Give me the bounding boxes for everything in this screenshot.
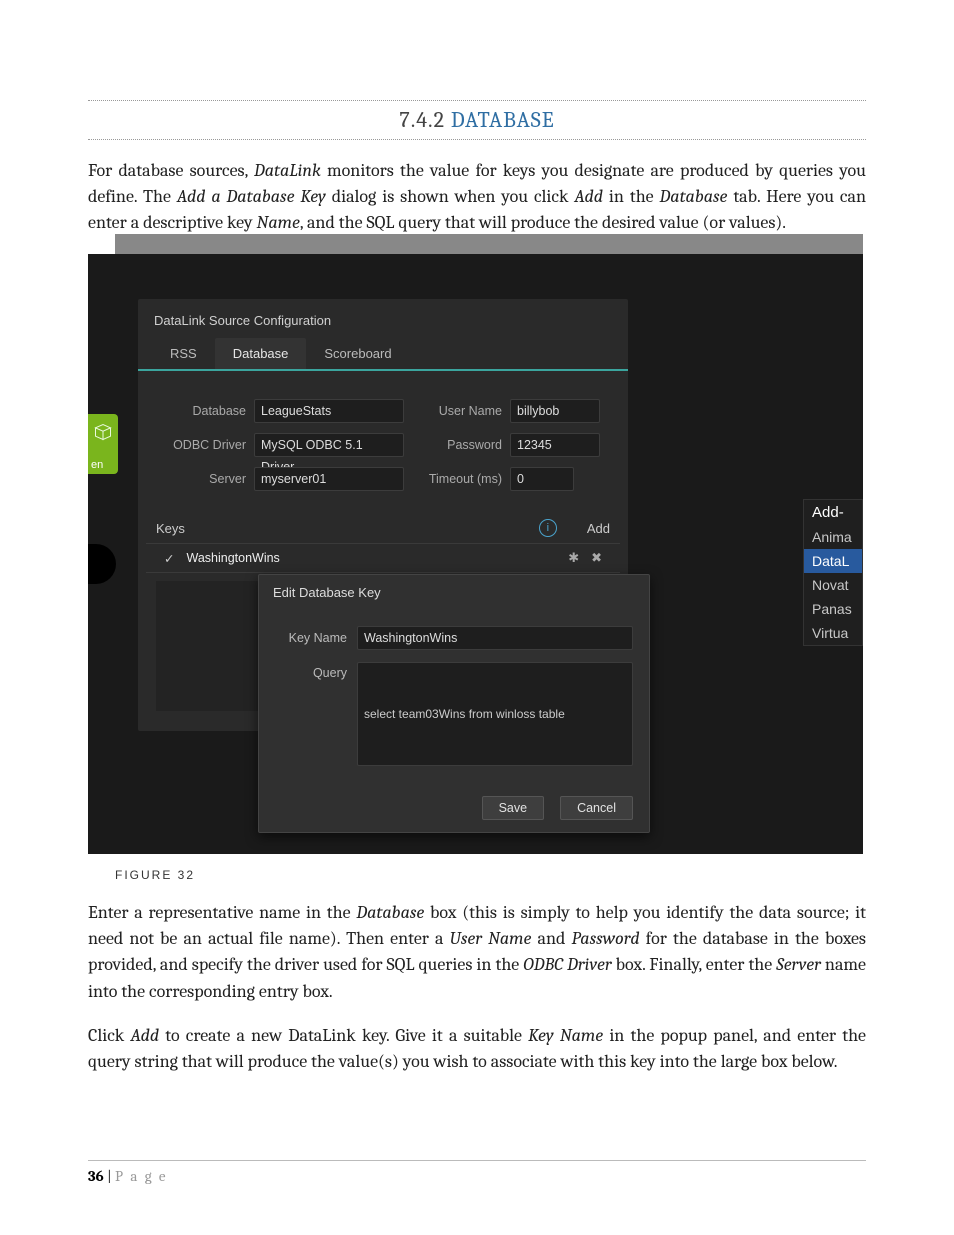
figure-screenshot: en DataLink Source Configuration RSS Dat… [88, 254, 863, 854]
input-query[interactable]: select team03Wins from winloss table [357, 662, 633, 766]
section-rule-bottom [88, 139, 866, 140]
side-list-item[interactable]: Anima [804, 525, 862, 549]
page-footer: 36 | P a g e [88, 1160, 866, 1185]
label-password: Password [412, 438, 502, 452]
label-odbc: ODBC Driver [156, 438, 246, 452]
remove-icon[interactable]: ✖ [591, 550, 602, 566]
tab-scoreboard[interactable]: Scoreboard [306, 338, 409, 369]
side-list-item[interactable]: Virtua [804, 621, 862, 645]
green-tab-label: en [91, 459, 103, 471]
save-button[interactable]: Save [482, 796, 545, 820]
footer-sep: | [104, 1167, 115, 1185]
key-row-label: WashingtonWins [186, 551, 279, 565]
edit-dialog-title: Edit Database Key [259, 575, 649, 610]
side-list-header: Add- [804, 500, 862, 525]
titlebar-grey [115, 234, 863, 254]
keys-label: Keys [156, 521, 185, 536]
intro-paragraph: For database sources, DataLink monitors … [88, 158, 866, 236]
input-password[interactable]: 12345 [510, 433, 600, 457]
key-row[interactable]: ✓ WashingtonWins ✱ ✖ [146, 543, 620, 573]
side-list-item[interactable]: Novat [804, 573, 862, 597]
side-list-item-selected[interactable]: DataL [804, 549, 862, 573]
input-server[interactable]: myserver01 [254, 467, 404, 491]
tab-rss[interactable]: RSS [152, 338, 215, 369]
dialog-title: DataLink Source Configuration [138, 299, 628, 338]
tab-bar: RSS Database Scoreboard [138, 338, 628, 371]
input-odbc[interactable]: MySQL ODBC 5.1 Driver [254, 433, 404, 457]
page-label: P a g e [115, 1167, 167, 1185]
input-username[interactable]: billybob [510, 399, 600, 423]
package-icon [93, 422, 113, 442]
cable-stub [88, 544, 116, 584]
dialog-edit-database-key: Edit Database Key Key Name WashingtonWin… [258, 574, 650, 833]
add-key-button[interactable]: Add [587, 521, 610, 536]
check-icon: ✓ [164, 551, 174, 566]
label-database: Database [156, 404, 246, 418]
label-key-name: Key Name [275, 631, 347, 645]
side-list-item[interactable]: Panas [804, 597, 862, 621]
cancel-button[interactable]: Cancel [560, 796, 633, 820]
paragraph-3: Click Add to create a new DataLink key. … [88, 1023, 866, 1075]
info-icon[interactable]: i [539, 519, 557, 537]
page-number: 36 [88, 1167, 104, 1185]
gear-icon[interactable]: ✱ [568, 550, 579, 566]
label-timeout: Timeout (ms) [412, 472, 502, 486]
input-key-name[interactable]: WashingtonWins [357, 626, 633, 650]
tab-database[interactable]: Database [215, 338, 307, 369]
paragraph-2: Enter a representative name in the Datab… [88, 900, 866, 1004]
side-green-tab: en [88, 414, 118, 474]
label-query: Query [275, 662, 347, 680]
section-title: DATABASE [451, 107, 555, 133]
input-timeout[interactable]: 0 [510, 467, 574, 491]
figure-caption: FIGURE 32 [115, 868, 866, 882]
label-server: Server [156, 472, 246, 486]
section-heading: 7.4.2 DATABASE [88, 101, 866, 139]
input-database[interactable]: LeagueStats [254, 399, 404, 423]
section-number: 7.4.2 [399, 107, 445, 133]
label-username: User Name [412, 404, 502, 418]
side-addon-list: Add- Anima DataL Novat Panas Virtua [803, 499, 863, 646]
